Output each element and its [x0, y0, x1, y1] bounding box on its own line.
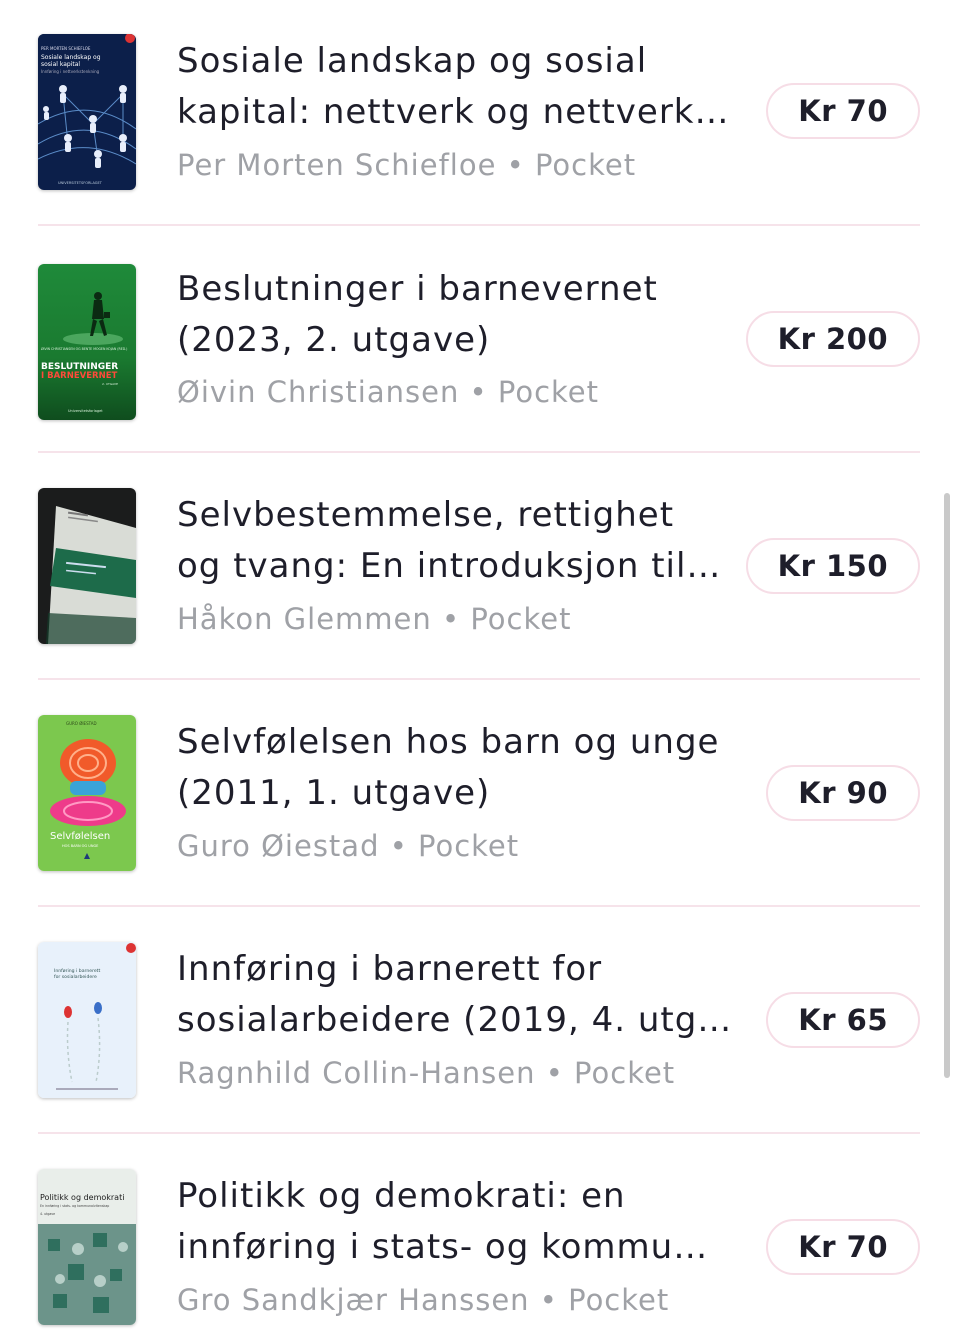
- cover-text: I BARNEVERNET: [41, 371, 117, 381]
- price-button[interactable]: Kr 70: [766, 83, 920, 139]
- price-button[interactable]: Kr 150: [745, 538, 920, 594]
- book-author: Øivin Christiansen: [177, 375, 460, 409]
- book-meta: Øivin Christiansen • Pocket: [177, 375, 599, 409]
- book-cover[interactable]: PER MORTEN SCHIEFLOE Sosiale landskap og…: [38, 34, 136, 190]
- price-button[interactable]: Kr 65: [766, 992, 920, 1048]
- divider: [38, 451, 920, 453]
- meta-separator: •: [469, 375, 488, 409]
- book-cover[interactable]: [38, 488, 136, 644]
- price-button[interactable]: Kr 90: [766, 765, 920, 821]
- meta-separator: •: [506, 148, 525, 182]
- book-cover[interactable]: GURO ØIESTAD Selvfølelsen HOS BARN OG UN…: [38, 715, 136, 871]
- list-item[interactable]: ØIVIN CHRISTIANSEN OG BENTE MOGEN KOJAN …: [38, 227, 920, 453]
- book-format: Pocket: [418, 829, 520, 863]
- meta-separator: •: [539, 1283, 558, 1317]
- book-meta: Gro Sandkjær Hanssen • Pocket: [177, 1283, 669, 1317]
- list-item[interactable]: Politikk og demokrati En innføring i sta…: [38, 1135, 920, 1343]
- book-cover[interactable]: Innføring i barnerett for sosialarbeider…: [38, 942, 136, 1098]
- book-format: Pocket: [574, 1056, 676, 1090]
- divider: [38, 678, 920, 680]
- cover-text: Politikk og demokrati: [40, 1193, 124, 1202]
- cover-text: Universitetsforlaget: [68, 409, 103, 413]
- cover-text: HOS BARN OG UNGE: [62, 844, 98, 848]
- cover-text: En innføring i stats- og kommunalvitensk…: [40, 1204, 109, 1208]
- book-author: Gro Sandkjær Hanssen: [177, 1283, 530, 1317]
- book-title: Politikk og demokrati: en innføring i st…: [177, 1176, 709, 1267]
- book-cover[interactable]: ØIVIN CHRISTIANSEN OG BENTE MOGEN KOJAN …: [38, 264, 136, 420]
- cover-text: Innføring i barnerett: [54, 968, 100, 974]
- divider: [38, 1132, 920, 1134]
- book-format: Pocket: [470, 602, 572, 636]
- cover-text: Selvfølelsen: [50, 831, 110, 842]
- list-item[interactable]: Selvbestemmelse, rettighet og tvang: En …: [38, 454, 920, 680]
- book-format: Pocket: [534, 148, 637, 182]
- book-author: Ragnhild Collin-Hansen: [177, 1056, 536, 1090]
- book-title: Beslutninger i barnevernet (2023, 2. utg…: [177, 269, 658, 360]
- meta-separator: •: [545, 1056, 564, 1090]
- cover-text: ØIVIN CHRISTIANSEN OG BENTE MOGEN KOJAN …: [41, 346, 127, 351]
- cover-text: sosial kapital: [41, 61, 80, 68]
- book-title: Selvbestemmelse, rettighet og tvang: En …: [177, 495, 722, 586]
- cover-text: for sosialarbeidere: [54, 974, 97, 980]
- meta-separator: •: [389, 829, 408, 863]
- book-format: Pocket: [497, 375, 599, 409]
- book-title: Sosiale landskap og sosial kapital: nett…: [177, 41, 730, 132]
- book-author: Håkon Glemmen: [177, 602, 432, 636]
- cover-text: Sosiale landskap og: [41, 54, 101, 61]
- book-author: Guro Øiestad: [177, 829, 380, 863]
- book-format: Pocket: [568, 1283, 670, 1317]
- list-item[interactable]: PER MORTEN SCHIEFLOE Sosiale landskap og…: [38, 0, 920, 226]
- book-meta: Per Morten Schiefloe • Pocket: [177, 148, 636, 182]
- book-meta: Håkon Glemmen • Pocket: [177, 602, 571, 636]
- scrollbar[interactable]: [944, 493, 950, 1078]
- cover-text: 4. utgave: [40, 1212, 55, 1216]
- book-author: Per Morten Schiefloe: [177, 148, 497, 182]
- divider: [38, 905, 920, 907]
- cover-text: PER MORTEN SCHIEFLOE: [41, 46, 91, 51]
- cover-text: Innføring i nettverkstenkning: [41, 69, 100, 74]
- cover-text: GURO ØIESTAD: [66, 721, 97, 726]
- book-title: Innføring i barnerett for sosialarbeider…: [177, 949, 733, 1040]
- list-item[interactable]: GURO ØIESTAD Selvfølelsen HOS BARN OG UN…: [38, 681, 920, 907]
- cover-text: 2. UTGAVE: [102, 382, 118, 386]
- price-button[interactable]: Kr 70: [766, 1219, 920, 1275]
- book-cover[interactable]: Politikk og demokrati En innføring i sta…: [38, 1169, 136, 1325]
- book-meta: Ragnhild Collin-Hansen • Pocket: [177, 1056, 675, 1090]
- book-title: Selvfølelsen hos barn og unge (2011, 1. …: [177, 722, 720, 813]
- divider: [38, 224, 920, 226]
- book-meta: Guro Øiestad • Pocket: [177, 829, 519, 863]
- meta-separator: •: [442, 602, 461, 636]
- list-item[interactable]: Innføring i barnerett for sosialarbeider…: [38, 908, 920, 1134]
- cover-text: UNIVERSITETSFORLAGET: [58, 181, 103, 185]
- price-button[interactable]: Kr 200: [745, 311, 920, 367]
